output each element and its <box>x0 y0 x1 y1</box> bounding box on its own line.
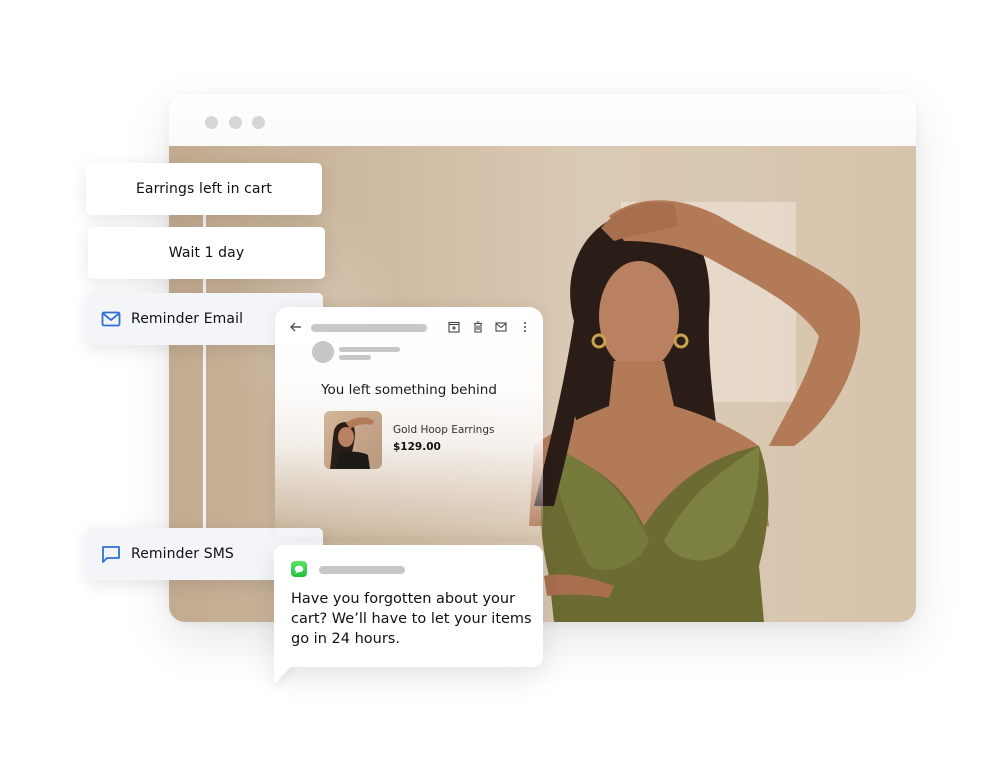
sms-sender-placeholder <box>319 566 405 574</box>
product-name: Gold Hoop Earrings <box>393 424 495 436</box>
mail-icon[interactable] <box>495 321 507 333</box>
product-photo <box>330 417 374 469</box>
chat-bubble-icon <box>101 544 121 564</box>
window-control-dot[interactable] <box>252 116 265 129</box>
sms-message-bubble: Have you forgotten about your cart? We’l… <box>274 545 543 667</box>
messages-icon <box>291 561 307 577</box>
product-price: $129.00 <box>393 441 441 453</box>
browser-title-bar <box>169 94 916 146</box>
back-arrow-icon[interactable] <box>289 320 303 334</box>
mail-icon <box>101 309 121 329</box>
email-heading: You left something behind <box>321 382 497 398</box>
archive-icon[interactable] <box>448 321 460 333</box>
email-preview-card: You left something behind Gold Hoop Earr… <box>275 307 543 537</box>
sms-message-text: Have you forgotten about your cart? We’l… <box>291 591 532 647</box>
product-thumbnail[interactable] <box>324 411 382 469</box>
email-toolbar <box>289 320 534 336</box>
window-control-dot[interactable] <box>229 116 242 129</box>
window-control-dot[interactable] <box>205 116 218 129</box>
sender-avatar <box>312 341 334 363</box>
sender-email-placeholder <box>339 355 371 360</box>
flow-step-trigger[interactable]: Earrings left in cart <box>86 163 322 215</box>
more-vertical-icon[interactable] <box>519 321 531 333</box>
flow-step-delay[interactable]: Wait 1 day <box>88 227 325 279</box>
trash-icon[interactable] <box>472 321 484 333</box>
flow-step-label: Reminder SMS <box>131 546 234 562</box>
email-subject-placeholder <box>311 324 427 332</box>
sms-bubble-tail <box>274 660 298 684</box>
flow-step-label: Earrings left in cart <box>135 181 273 197</box>
flow-step-label: Reminder Email <box>131 311 244 327</box>
flow-step-label: Wait 1 day <box>168 245 245 261</box>
sender-name-placeholder <box>339 347 400 352</box>
